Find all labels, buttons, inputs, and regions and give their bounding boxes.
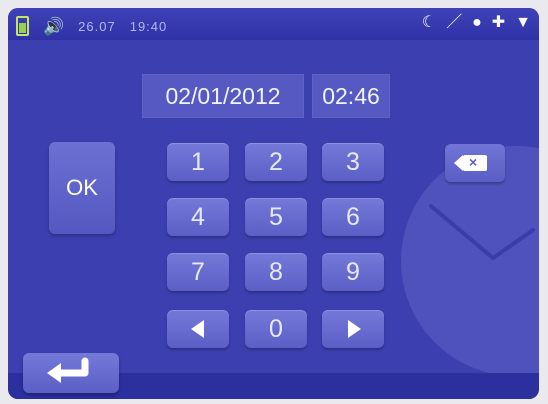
backspace-button[interactable]: × — [445, 144, 505, 182]
key-9[interactable]: 9 — [322, 253, 384, 291]
moon-icon: ☾ — [421, 14, 437, 31]
date-field[interactable]: 02/01/2012 — [142, 74, 304, 118]
status-bar: 🔊 26.07 19:40 ☾ ／ ● ✚ ▼ — [8, 8, 539, 40]
status-date: 26.07 — [78, 18, 116, 34]
key-1[interactable]: 1 — [167, 143, 229, 181]
ok-button[interactable]: OK — [49, 142, 115, 234]
status-time: 19:40 — [129, 18, 168, 34]
person-icon: ● — [472, 14, 482, 31]
key-5[interactable]: 5 — [245, 198, 307, 236]
key-7[interactable]: 7 — [167, 253, 229, 291]
pencil-icon: ／ — [446, 14, 463, 31]
enter-button[interactable] — [23, 353, 119, 393]
enter-icon — [47, 357, 89, 383]
key-0[interactable]: 0 — [245, 310, 307, 348]
speaker-icon: 🔊 — [43, 16, 65, 36]
right-arrow-button[interactable] — [322, 310, 384, 348]
key-2[interactable]: 2 — [245, 143, 307, 181]
plus-icon: ✚ — [491, 14, 506, 31]
key-6[interactable]: 6 — [322, 198, 384, 236]
key-8[interactable]: 8 — [245, 253, 307, 291]
left-arrow-button[interactable] — [167, 310, 229, 348]
shield-icon: ▼ — [515, 14, 531, 31]
screen: 🔊 26.07 19:40 ☾ ／ ● ✚ ▼ 02/01/2012 02:46… — [8, 8, 539, 399]
status-right: ☾ ／ ● ✚ ▼ — [422, 15, 531, 31]
key-4[interactable]: 4 — [167, 198, 229, 236]
key-3[interactable]: 3 — [322, 143, 384, 181]
backspace-icon: × — [454, 154, 487, 171]
time-field[interactable]: 02:46 — [312, 74, 390, 118]
battery-icon — [16, 16, 29, 36]
status-left: 🔊 26.07 19:40 — [16, 16, 167, 36]
